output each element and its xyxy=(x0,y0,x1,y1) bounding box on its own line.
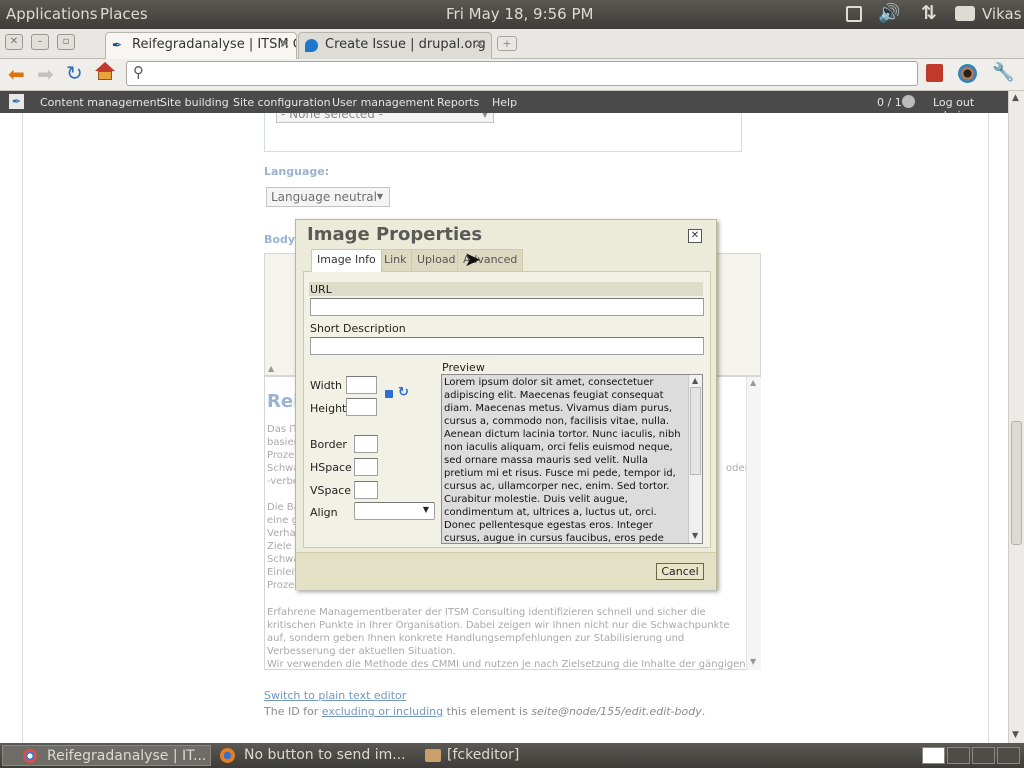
url-label-bar xyxy=(309,282,703,296)
bookmark-icon[interactable] xyxy=(926,64,943,82)
border-label: Border xyxy=(310,438,347,451)
chevron-down-icon: ▼ xyxy=(422,505,429,514)
dialog-footer xyxy=(296,552,716,590)
volume-icon[interactable]: 🔊 xyxy=(878,3,900,24)
firefox-icon xyxy=(220,748,235,763)
lock-ratio-icon[interactable] xyxy=(385,390,393,398)
page-scrollbar[interactable]: ▲ ▼ xyxy=(1008,91,1024,743)
preview-box: Lorem ipsum dolor sit amet, consectetuer… xyxy=(441,374,703,544)
scroll-down-icon[interactable]: ▼ xyxy=(1012,730,1019,740)
admin-menu-icon[interactable]: ✒ xyxy=(9,94,24,109)
admin-menu-reports[interactable]: Reports xyxy=(437,96,479,109)
workspace-1[interactable] xyxy=(922,747,945,764)
network-icon[interactable]: ⇅ xyxy=(921,2,937,24)
workspace-2[interactable] xyxy=(947,747,970,764)
short-description-input[interactable] xyxy=(310,337,704,355)
chrome-sync-icon[interactable] xyxy=(958,64,977,83)
chrome-icon xyxy=(23,749,37,763)
admin-menu-site-configuration[interactable]: Site configuration xyxy=(233,96,331,109)
notes-icon[interactable] xyxy=(846,6,862,22)
forward-icon[interactable]: ➡ xyxy=(37,62,54,86)
preview-text: Lorem ipsum dolor sit amet, consectetuer… xyxy=(444,377,681,544)
page-scroll-thumb[interactable] xyxy=(1011,421,1022,545)
border-input[interactable] xyxy=(354,435,378,453)
scroll-thumb[interactable] xyxy=(690,387,701,475)
home-icon[interactable] xyxy=(95,62,115,81)
align-label: Align xyxy=(310,506,338,519)
bottom-taskbar: Reifegradanalyse | IT... No button to se… xyxy=(0,743,1024,768)
dialog-body: URL Short Description Width Height ↻ Bor… xyxy=(303,271,711,548)
tab-create-issue[interactable]: Create Issue | drupal.org ✕ xyxy=(298,32,492,59)
window-minimize-icon[interactable]: – xyxy=(31,34,49,50)
scroll-down-icon[interactable]: ▼ xyxy=(692,531,698,540)
applications-menu[interactable]: Applications xyxy=(6,5,98,23)
back-icon[interactable]: ⬅ xyxy=(8,62,25,86)
tab-title: Reifegradanalyse | ITSM C... xyxy=(132,37,297,52)
width-input[interactable] xyxy=(346,376,377,394)
cancel-button[interactable]: Cancel xyxy=(656,563,704,580)
height-input[interactable] xyxy=(346,398,377,416)
short-description-label: Short Description xyxy=(310,322,406,335)
reset-size-icon[interactable]: ↻ xyxy=(398,385,409,400)
workspace-3[interactable] xyxy=(972,747,995,764)
taskbar-item-chrome[interactable]: Reifegradanalyse | IT... xyxy=(2,745,211,766)
drupal-drop-icon xyxy=(305,39,318,52)
browser-tabbar: ✕ – ▫ ✒ Reifegradanalyse | ITSM C... ✕ C… xyxy=(0,29,1024,59)
dialog-close-icon[interactable]: ✕ xyxy=(688,229,702,243)
url-label: URL xyxy=(310,283,332,296)
hspace-label: HSpace xyxy=(310,461,352,474)
taskbar-item-folder[interactable]: [fckeditor] xyxy=(423,745,573,766)
image-properties-dialog: Image Properties ✕ ➤ Image Info Link Upl… xyxy=(295,219,717,590)
window-maximize-icon[interactable]: ▫ xyxy=(57,34,75,50)
user-menu[interactable]: Vikas xyxy=(982,5,1022,23)
admin-menu-content-management[interactable]: Content management xyxy=(40,96,161,109)
admin-menu: ✒ Content management Site building Site … xyxy=(0,91,1008,122)
tab-image-info[interactable]: Image Info xyxy=(311,249,382,272)
preview-scrollbar[interactable]: ▲ ▼ xyxy=(688,375,702,543)
hspace-input[interactable] xyxy=(354,458,378,476)
top-panel: Applications Places Fri May 18, 9:56 PM … xyxy=(0,0,1024,29)
workspace-4[interactable] xyxy=(997,747,1020,764)
taskbar-item-label: [fckeditor] xyxy=(447,747,520,763)
height-label: Height xyxy=(310,402,347,415)
folder-icon xyxy=(425,749,441,762)
width-label: Width xyxy=(310,379,342,392)
taskbar-item-label: Reifegradanalyse | IT... xyxy=(47,748,207,764)
taskbar-item-firefox[interactable]: No button to send im... xyxy=(218,745,416,766)
taskbar-item-label: No button to send im... xyxy=(244,747,406,763)
align-select[interactable]: ▼ xyxy=(354,502,435,520)
vspace-label: VSpace xyxy=(310,484,352,497)
tab-close-icon[interactable]: ✕ xyxy=(279,33,290,57)
search-icon: ⚲ xyxy=(133,63,144,81)
preview-label: Preview xyxy=(442,361,485,374)
dialog-title: Image Properties xyxy=(307,224,483,245)
places-menu[interactable]: Places xyxy=(100,5,148,23)
tab-close-icon[interactable]: ✕ xyxy=(474,33,485,57)
scroll-up-icon[interactable]: ▲ xyxy=(692,376,698,385)
vspace-input[interactable] xyxy=(354,481,378,499)
reload-icon[interactable]: ↻ xyxy=(66,61,83,85)
chat-icon[interactable] xyxy=(955,6,975,21)
window-close-icon[interactable]: ✕ xyxy=(5,34,23,50)
tab-reifegradanalyse[interactable]: ✒ Reifegradanalyse | ITSM C... ✕ xyxy=(105,32,297,59)
new-tab-icon[interactable]: + xyxy=(497,36,517,51)
tab-upload[interactable]: Upload xyxy=(411,249,462,271)
admin-menu-user-management[interactable]: User management xyxy=(332,96,434,109)
mouse-cursor-icon: ➤ xyxy=(464,247,481,271)
address-bar[interactable]: ⚲ xyxy=(126,61,918,86)
drupal-favicon-icon: ✒ xyxy=(112,38,123,52)
tab-link[interactable]: Link xyxy=(378,249,413,271)
admin-menu-help[interactable]: Help xyxy=(492,96,517,109)
admin-menu-site-building[interactable]: Site building xyxy=(160,96,229,109)
users-icon xyxy=(902,95,915,108)
clock[interactable]: Fri May 18, 9:56 PM xyxy=(446,5,593,23)
url-input[interactable] xyxy=(310,298,704,316)
users-online-count: 0 / 1 xyxy=(877,96,902,109)
wrench-icon[interactable]: 🔧 xyxy=(992,62,1014,83)
tab-title: Create Issue | drupal.org xyxy=(325,37,486,52)
scroll-up-icon[interactable]: ▲ xyxy=(1012,93,1019,103)
